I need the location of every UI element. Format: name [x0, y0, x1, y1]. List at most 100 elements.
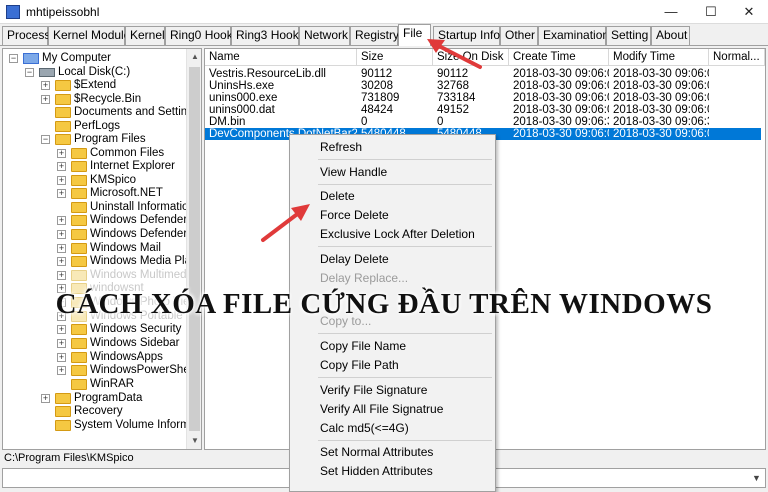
tab-other[interactable]: Other	[500, 26, 538, 45]
tree-item[interactable]: System Volume Information	[55, 419, 201, 432]
minimize-button[interactable]: —	[651, 0, 691, 24]
tree-item[interactable]: + WindowsPowerShell	[57, 364, 195, 377]
tree-item[interactable]: + Windows Mail	[57, 242, 161, 255]
close-button[interactable]: ✕	[729, 0, 768, 24]
expand-icon[interactable]: +	[41, 394, 50, 403]
file-name-cell[interactable]: Vestris.ResourceLib.dll	[205, 68, 357, 80]
tree-item[interactable]: − Local Disk(C:)	[25, 66, 130, 79]
tree-item-selected[interactable]: + KMSpico	[57, 174, 137, 187]
menu-item-view-handle[interactable]: View Handle	[320, 164, 387, 180]
column-header-size[interactable]: Size	[357, 49, 433, 66]
menu-item-force-delete[interactable]: Force Delete	[320, 207, 389, 223]
expand-icon[interactable]: +	[57, 339, 66, 348]
collapse-icon[interactable]: −	[25, 68, 34, 77]
tree-item[interactable]: − My Computer	[9, 52, 111, 65]
tab-about[interactable]: About	[651, 26, 690, 45]
folder-icon	[71, 379, 87, 390]
tab-process[interactable]: Process	[2, 26, 50, 45]
column-header-create-time[interactable]: Create Time	[509, 49, 609, 66]
file-create-time-cell: 2018-03-30 09:06:00	[513, 92, 609, 104]
expand-icon[interactable]: +	[57, 189, 66, 198]
tab-registry[interactable]: Registry	[350, 26, 399, 45]
menu-item-copy-file-name[interactable]: Copy File Name	[320, 338, 406, 354]
expand-icon[interactable]: +	[57, 149, 66, 158]
expand-icon[interactable]: +	[57, 162, 66, 171]
tree-item-label: WindowsApps	[90, 351, 163, 363]
menu-item-delay-delete[interactable]: Delay Delete	[320, 251, 389, 267]
tree-item[interactable]: + $Recycle.Bin	[41, 93, 141, 106]
tree-item-label: $Extend	[74, 79, 117, 91]
expand-icon[interactable]: +	[41, 81, 50, 90]
scrollbar-thumb[interactable]	[189, 67, 200, 431]
tree-item[interactable]: − Program Files	[41, 133, 146, 146]
maximize-button[interactable]: ☐	[691, 0, 731, 24]
collapse-icon[interactable]: −	[41, 135, 50, 144]
expand-icon[interactable]: +	[57, 271, 66, 280]
expand-icon[interactable]: +	[57, 230, 66, 239]
menu-item-set-hidden-attributes[interactable]: Set Hidden Attributes	[320, 463, 433, 479]
expand-icon[interactable]: +	[57, 216, 66, 225]
menu-separator	[318, 159, 492, 160]
tab-bar: Process Kernel Module Kernel Ring0 Hooks…	[0, 24, 768, 46]
tree-scrollbar[interactable]: ▲ ▼	[186, 49, 201, 449]
scroll-up-icon[interactable]: ▲	[187, 49, 201, 65]
expand-icon[interactable]: +	[57, 353, 66, 362]
file-create-time-cell: 2018-03-30 09:06:37	[513, 116, 609, 128]
tree-item[interactable]: Uninstall Information	[71, 201, 195, 214]
menu-separator	[318, 333, 492, 334]
file-create-time-cell: 2018-03-30 09:06:00	[513, 104, 609, 116]
column-header-normal[interactable]: Normal...	[709, 49, 765, 66]
expand-icon[interactable]: +	[41, 95, 50, 104]
tree-item[interactable]: + Windows Media Player	[57, 255, 201, 268]
file-name-cell[interactable]: unins000.dat	[205, 104, 357, 116]
file-modify-time-cell: 2018-03-30 09:06:00	[613, 128, 709, 140]
tree-item[interactable]: + Internet Explorer	[57, 160, 175, 173]
tree-item[interactable]: PerfLogs	[55, 120, 120, 133]
tree-item[interactable]: + Windows Defender	[57, 214, 187, 227]
menu-item-calc-md5[interactable]: Calc md5(<=4G)	[320, 420, 409, 436]
menu-item-verify-signature[interactable]: Verify File Signature	[320, 382, 427, 398]
menu-item-delete[interactable]: Delete	[320, 188, 355, 204]
column-header-name[interactable]: Name	[205, 49, 357, 66]
menu-item-copy-file-path[interactable]: Copy File Path	[320, 357, 399, 373]
expand-icon[interactable]: +	[57, 366, 66, 375]
tree-item[interactable]: + Windows Security	[57, 323, 181, 336]
tree-item[interactable]: + ProgramData	[41, 392, 142, 405]
file-name-cell[interactable]: DM.bin	[205, 116, 357, 128]
tab-setting[interactable]: Setting	[606, 26, 651, 45]
file-name-cell[interactable]: unins000.exe	[205, 92, 357, 104]
chevron-down-icon[interactable]: ▼	[748, 469, 765, 487]
tab-kernel-module[interactable]: Kernel Module	[48, 26, 130, 45]
tab-network[interactable]: Network	[299, 26, 350, 45]
menu-item-verify-all-signatures[interactable]: Verify All File Signatrue	[320, 401, 443, 417]
expand-icon[interactable]: +	[57, 325, 66, 334]
expand-icon[interactable]: +	[57, 257, 66, 266]
tree-item[interactable]: WinRAR	[71, 378, 134, 391]
tree-item[interactable]: Recovery	[55, 405, 123, 418]
expand-icon[interactable]: +	[57, 244, 66, 253]
tab-examination[interactable]: Examination	[538, 26, 609, 45]
collapse-icon[interactable]: −	[9, 54, 18, 63]
tree-item[interactable]: + Microsoft.NET	[57, 187, 163, 200]
tree-item[interactable]: + $Extend	[41, 79, 116, 92]
tab-ring3-hooks[interactable]: Ring3 Hooks	[231, 26, 305, 45]
menu-item-exclusive-lock[interactable]: Exclusive Lock After Deletion	[320, 226, 475, 242]
scroll-down-icon[interactable]: ▼	[187, 433, 201, 449]
file-create-time-cell: 2018-03-30 09:06:00	[513, 68, 609, 80]
folder-icon	[71, 270, 87, 281]
menu-item-set-normal-attributes[interactable]: Set Normal Attributes	[320, 444, 433, 460]
folder-icon	[71, 243, 87, 254]
column-header-modify-time[interactable]: Modify Time	[609, 49, 709, 66]
tree-item[interactable]: + Windows Sidebar	[57, 337, 179, 350]
folder-tree[interactable]: − My Computer − Local Disk(C:) + $Extend…	[2, 48, 202, 450]
tree-item[interactable]: + WindowsApps	[57, 351, 163, 364]
file-name-cell[interactable]: UninsHs.exe	[205, 80, 357, 92]
expand-icon[interactable]: +	[57, 176, 66, 185]
tree-item[interactable]: + Windows Defender Adv	[57, 228, 201, 241]
menu-item-refresh[interactable]: Refresh	[320, 139, 362, 155]
tree-item[interactable]: Documents and Settings	[55, 106, 199, 119]
tab-kernel[interactable]: Kernel	[125, 26, 165, 45]
tree-item[interactable]: + Windows Multimedia Pla	[57, 269, 201, 282]
tab-ring0-hooks[interactable]: Ring0 Hooks	[165, 26, 239, 45]
tree-item[interactable]: + Common Files	[57, 147, 164, 160]
